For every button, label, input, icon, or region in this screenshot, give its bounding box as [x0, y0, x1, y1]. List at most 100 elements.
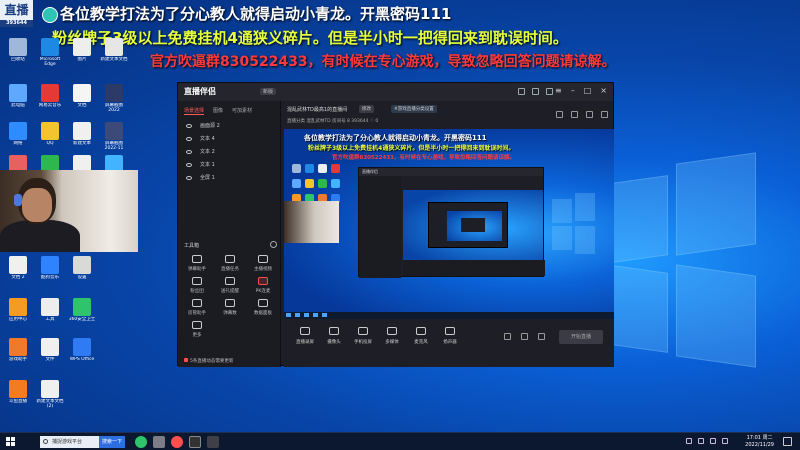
scene-row[interactable]: 文本 4	[178, 132, 280, 145]
desktop-icon[interactable]: 斗鱼直播	[3, 380, 33, 409]
scene-tab[interactable]: 场景选择	[184, 107, 205, 115]
tool-button[interactable]: 粉丝团	[182, 277, 212, 294]
control-label: 多媒体	[385, 340, 399, 345]
desktop-icon[interactable]: 文档	[67, 84, 97, 113]
tool-button[interactable]: 送礼提醒	[215, 277, 245, 294]
tool-button[interactable]: 弹幕助手	[182, 255, 212, 272]
control-button[interactable]: 摄像头	[319, 327, 349, 345]
desktop-icon[interactable]: 新建文本文档	[99, 38, 129, 67]
desktop-icon[interactable]: 游戏助手	[3, 338, 33, 367]
share-icon[interactable]	[532, 88, 539, 95]
stream-preview[interactable]: 各位教学打法为了分心教人就得启动小青龙。开黑密码111 粉丝牌子3级以上免费挂机…	[284, 129, 614, 319]
desktop-icon-label: 新建文本	[73, 141, 91, 146]
category-tag[interactable]: #游戏直播分类设置	[391, 105, 437, 113]
tool-button[interactable]: 房管助手	[182, 299, 212, 316]
close-icon[interactable]: ×	[600, 86, 607, 95]
start-icon[interactable]	[6, 437, 16, 447]
desktop-icon[interactable]: 应用中心	[3, 298, 33, 327]
scene-row[interactable]: 全屏 1	[178, 171, 280, 184]
landscape-icon[interactable]	[571, 111, 578, 118]
desktop-icon[interactable]: 文档 2	[3, 256, 33, 285]
scene-row[interactable]: 文本 2	[178, 145, 280, 158]
settings-icon[interactable]	[546, 88, 553, 95]
preview-icon	[318, 179, 327, 188]
desktop-icon[interactable]: Microsoft Edge	[35, 38, 65, 67]
desktop-icon[interactable]: 屏幕截图 2022	[99, 84, 129, 113]
desktop-icon[interactable]: 文件	[35, 338, 65, 367]
toolbox-settings-icon[interactable]	[270, 241, 277, 248]
desktop-icon[interactable]: 图片	[67, 38, 97, 67]
tool-button[interactable]: 数据面板	[248, 299, 278, 316]
desktop-icon[interactable]: 此电脑	[3, 84, 33, 113]
control-button[interactable]: 手机投屏	[348, 327, 378, 345]
menu-icon[interactable]: ≡	[555, 86, 562, 95]
tool-label: 弹幕数	[223, 311, 237, 316]
scene-label: 文本 1	[200, 162, 215, 168]
scene-tab[interactable]: 可加素材	[232, 107, 252, 115]
start-live-button[interactable]: 开始直播	[559, 330, 603, 344]
desktop-icon[interactable]: 网络	[3, 122, 33, 151]
message-icon[interactable]	[518, 88, 525, 95]
live-streaming-app-window: 直播伴侣 新版 ≡ – □ × 场景选择 图像 可加素材 画面源 2 文本 4 文本 2…	[177, 82, 614, 367]
desktop-icon[interactable]: 新建文本文档 (2)	[35, 380, 65, 409]
notification-icon[interactable]	[783, 437, 792, 446]
eye-icon[interactable]	[186, 149, 192, 154]
taskbar-app-browser[interactable]	[171, 436, 183, 448]
taskbar-app-folder[interactable]	[207, 436, 219, 448]
scene-row[interactable]: 画面源 2	[178, 119, 280, 132]
tool-icon	[192, 277, 202, 285]
desktop-icon-label: 新建文本文档 (2)	[36, 399, 64, 409]
desktop-icon[interactable]: 新建文本	[67, 122, 97, 151]
desktop-icon[interactable]: 工具	[35, 298, 65, 327]
scene-tab[interactable]: 图像	[213, 107, 223, 115]
eye-icon[interactable]	[186, 136, 192, 141]
clock[interactable]: 17:01 周二 2022/11/29	[745, 435, 774, 449]
desktop-icon[interactable]: 网易云音乐	[35, 84, 65, 113]
version-badge[interactable]: 新版	[260, 88, 277, 95]
minimize-icon[interactable]: –	[571, 86, 575, 95]
tool-button[interactable]: 直播任务	[215, 255, 245, 272]
update-notice[interactable]: 5条直播动态需要更新	[184, 358, 233, 364]
chevron-up-icon[interactable]	[686, 438, 692, 444]
layout-icon[interactable]	[556, 111, 563, 118]
record-icon[interactable]	[504, 333, 511, 340]
taskbar-app-taskview[interactable]	[153, 436, 165, 448]
control-button[interactable]: 直播录屏	[290, 327, 320, 345]
eye-icon[interactable]	[186, 123, 192, 128]
control-label: 扬声器	[443, 340, 457, 345]
desktop-icon[interactable]: QQ	[35, 122, 65, 151]
taskbar-search[interactable]: 捕捉游戏平台 搜索一下	[40, 436, 125, 448]
desktop-icon[interactable]: 回收站	[3, 38, 33, 67]
volume-icon[interactable]	[710, 438, 716, 444]
tool-button[interactable]: 弹幕数	[215, 299, 245, 316]
desktop-icon[interactable]: 酷狗音乐	[35, 256, 65, 285]
tool-label: 更多	[192, 333, 202, 338]
desktop-icon[interactable]: 360安全卫士	[67, 298, 97, 327]
titlebar-tools	[518, 88, 553, 95]
settings-icon[interactable]	[538, 333, 545, 340]
tool-button[interactable]: 主播视频	[248, 255, 278, 272]
control-button[interactable]: 多媒体	[377, 327, 407, 345]
edit-room-button[interactable]: 修改	[359, 105, 374, 113]
overlay-line-3: 官方吹逼群830522433，有时候在专心游戏，导致忽略回答问题请谅解。	[150, 54, 616, 70]
eye-icon[interactable]	[186, 175, 192, 180]
tool-button[interactable]: 更多	[182, 321, 212, 338]
scene-row[interactable]: 文本 1	[178, 158, 280, 171]
control-button[interactable]: 麦克风	[406, 327, 436, 345]
network-icon[interactable]	[698, 438, 704, 444]
control-button[interactable]: 扬声器	[435, 327, 465, 345]
desktop-icon[interactable]: 屏幕截图 2022-11	[99, 122, 129, 151]
tool-button[interactable]: PK连麦	[248, 277, 278, 294]
ime-icon[interactable]	[722, 438, 728, 444]
portrait-icon[interactable]	[586, 111, 593, 118]
webcam-overlay	[0, 170, 138, 252]
taskbar-app-streaming[interactable]	[189, 436, 201, 448]
desktop-icon[interactable]: 设置	[67, 256, 97, 285]
gift-icon[interactable]	[521, 333, 528, 340]
maximize-icon[interactable]: □	[584, 86, 592, 95]
eye-icon[interactable]	[186, 162, 192, 167]
desktop-icon[interactable]: WPS Office	[67, 338, 97, 367]
fullscreen-icon[interactable]	[601, 111, 608, 118]
search-button[interactable]: 搜索一下	[98, 436, 125, 448]
taskbar-app-360[interactable]	[135, 436, 147, 448]
